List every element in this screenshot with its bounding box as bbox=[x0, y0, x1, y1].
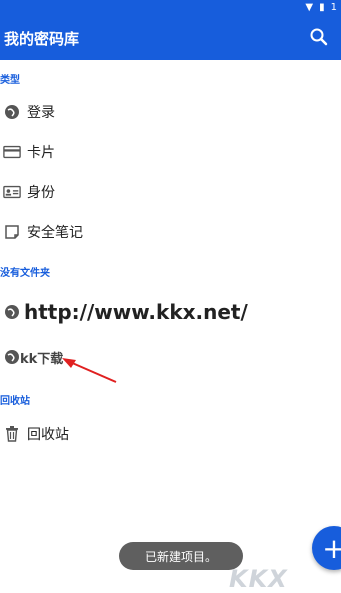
vault-item[interactable]: kk下载 bbox=[0, 339, 341, 375]
search-button[interactable] bbox=[309, 27, 329, 47]
trash-item-label: 回收站 bbox=[27, 427, 69, 443]
type-item-login[interactable]: 登录 bbox=[0, 94, 341, 130]
type-item-label: 登录 bbox=[27, 105, 55, 121]
vault-item-label: http://www.kkx.net/ bbox=[24, 300, 248, 324]
vault-item[interactable]: http://www.kkx.net/ bbox=[0, 294, 341, 330]
search-icon bbox=[310, 28, 328, 46]
section-trash-header: 回收站 bbox=[0, 396, 30, 407]
add-item-button[interactable]: + bbox=[312, 526, 341, 570]
status-number: 1 bbox=[330, 2, 337, 13]
globe-icon bbox=[3, 103, 21, 121]
wifi-icon: ▼ bbox=[305, 2, 314, 13]
card-icon bbox=[3, 143, 21, 161]
status-icons: ▼ ▮ 1 bbox=[305, 2, 337, 14]
status-bar: ▼ ▮ 1 bbox=[0, 0, 341, 16]
type-item-label: 安全笔记 bbox=[27, 225, 83, 241]
battery-icon: ▮ bbox=[319, 2, 325, 13]
toast-message: 已新建项目。 bbox=[119, 542, 243, 570]
section-no-folder-header: 没有文件夹 bbox=[0, 268, 50, 279]
type-item-label: 身份 bbox=[27, 185, 55, 201]
watermark-logo: KKX bbox=[229, 565, 288, 593]
type-item-card[interactable]: 卡片 bbox=[0, 134, 341, 170]
trash-item[interactable]: 回收站 bbox=[0, 416, 341, 452]
type-item-identity[interactable]: 身份 bbox=[0, 174, 341, 210]
trash-icon bbox=[3, 425, 21, 443]
note-icon bbox=[3, 223, 21, 241]
id-card-icon bbox=[3, 183, 21, 201]
type-item-label: 卡片 bbox=[27, 145, 55, 161]
globe-icon bbox=[3, 348, 21, 366]
vault-item-label: kk下载 bbox=[20, 351, 64, 367]
plus-icon: + bbox=[322, 531, 341, 565]
globe-icon bbox=[3, 303, 21, 321]
type-item-secure-note[interactable]: 安全笔记 bbox=[0, 214, 341, 250]
app-bar: 我的密码库 bbox=[0, 16, 341, 60]
page-title: 我的密码库 bbox=[4, 30, 80, 48]
section-types-header: 类型 bbox=[0, 75, 20, 86]
